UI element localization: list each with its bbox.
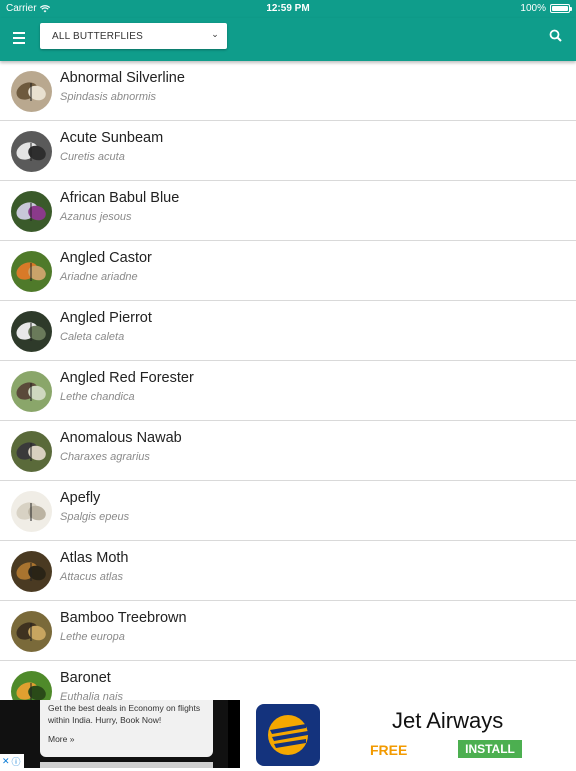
butterfly-list: Abnormal Silverline Spindasis abnormis Acu… — [0, 61, 576, 701]
jet-airways-logo — [256, 704, 320, 766]
list-item[interactable]: Atlas Moth Attacus atlas — [0, 541, 576, 601]
butterfly-scientific-name: Lethe europa — [60, 631, 125, 643]
list-item[interactable]: Angled Castor Ariadne ariadne — [0, 241, 576, 301]
butterfly-photo — [11, 191, 52, 232]
butterfly-photo — [11, 371, 52, 412]
ad-price: FREE — [370, 742, 408, 758]
install-button[interactable]: INSTALL — [458, 740, 522, 758]
butterfly-photo — [11, 431, 52, 472]
list-item[interactable]: Apefly Spalgis epeus — [0, 481, 576, 541]
butterfly-photo — [11, 551, 52, 592]
list-item[interactable]: Acute Sunbeam Curetis acuta — [0, 121, 576, 181]
butterfly-photo — [11, 71, 52, 112]
butterfly-common-name: Anomalous Nawab — [60, 430, 182, 446]
ad-more-link[interactable]: More » — [48, 734, 205, 744]
butterfly-common-name: Atlas Moth — [60, 550, 129, 566]
ad-description: Get the best deals in Economy on flights… — [48, 703, 201, 725]
butterfly-photo — [11, 311, 52, 352]
butterfly-scientific-name: Curetis acuta — [60, 151, 125, 163]
hamburger-menu-icon[interactable] — [10, 28, 30, 48]
butterfly-photo — [11, 131, 52, 172]
butterfly-photo — [11, 491, 52, 532]
butterfly-common-name: Baronet — [60, 670, 111, 686]
butterfly-photo — [11, 251, 52, 292]
list-item[interactable]: Angled Red Forester Lethe chandica — [0, 361, 576, 421]
butterfly-common-name: Bamboo Treebrown — [60, 610, 187, 626]
butterfly-common-name: Angled Red Forester — [60, 370, 194, 386]
butterfly-photo — [11, 611, 52, 652]
butterfly-scientific-name: Caleta caleta — [60, 331, 125, 343]
butterfly-scientific-name: Spalgis epeus — [60, 511, 130, 523]
list-item[interactable]: Baronet Euthalia nais — [0, 661, 576, 701]
butterfly-common-name: Acute Sunbeam — [60, 130, 164, 146]
ad-brand-name: Jet Airways — [392, 708, 504, 733]
list-item[interactable]: Angled Pierrot Caleta caleta — [0, 301, 576, 361]
butterfly-photo — [11, 671, 52, 701]
butterfly-filter-select[interactable]: ALL BUTTERFLIES ⌄ — [40, 23, 227, 49]
butterfly-common-name: Angled Castor — [60, 250, 152, 266]
butterfly-scientific-name: Azanus jesous — [60, 211, 132, 223]
list-item[interactable]: African Babul Blue Azanus jesous — [0, 181, 576, 241]
battery-percent: 100% — [520, 3, 546, 14]
chevron-down-icon: ⌄ — [211, 29, 219, 39]
ad-banner[interactable]: Get the best deals in Economy on flights… — [0, 700, 576, 768]
app-toolbar: ALL BUTTERFLIES ⌄ — [0, 18, 576, 61]
butterfly-scientific-name: Lethe chandica — [60, 391, 135, 403]
battery-info: 100% — [520, 3, 572, 14]
butterfly-common-name: Angled Pierrot — [60, 310, 152, 326]
butterfly-common-name: Apefly — [60, 490, 101, 506]
ad-app-promo[interactable]: Jet Airways FREE INSTALL — [240, 700, 576, 768]
ad-close-icon[interactable]: ✕ ⓘ — [0, 754, 24, 768]
butterfly-scientific-name: Spindasis abnormis — [60, 91, 156, 103]
list-item[interactable]: Anomalous Nawab Charaxes agrarius — [0, 421, 576, 481]
filter-value: ALL BUTTERFLIES — [52, 30, 143, 42]
ad-divider — [228, 700, 240, 768]
butterfly-scientific-name: Charaxes agrarius — [60, 451, 150, 463]
butterfly-common-name: Abnormal Silverline — [60, 70, 185, 86]
list-item[interactable]: Bamboo Treebrown Lethe europa — [0, 601, 576, 661]
butterfly-scientific-name: Attacus atlas — [60, 571, 123, 583]
status-bar: Carrier 12:59 PM 100% — [0, 0, 576, 18]
battery-icon — [550, 4, 572, 13]
ad-text-card[interactable]: Get the best deals in Economy on flights… — [40, 700, 213, 757]
butterfly-scientific-name: Ariadne ariadne — [60, 271, 138, 283]
ad-image-strip — [40, 762, 213, 768]
search-icon[interactable] — [548, 28, 564, 44]
butterfly-common-name: African Babul Blue — [60, 190, 180, 206]
ad-info-icon[interactable]: ⓘ — [12, 755, 21, 768]
list-item[interactable]: Abnormal Silverline Spindasis abnormis — [0, 61, 576, 121]
status-time: 12:59 PM — [266, 3, 310, 14]
